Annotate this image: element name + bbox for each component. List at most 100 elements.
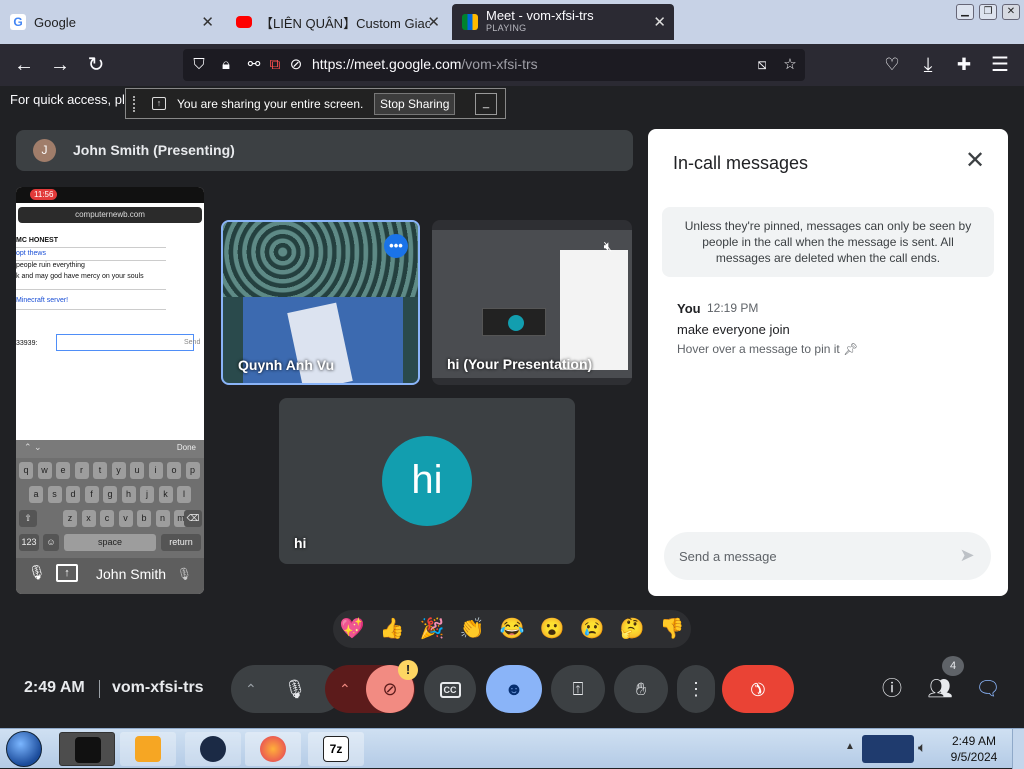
avatar: J: [33, 139, 56, 162]
permissions-icon[interactable]: ⚯: [244, 55, 264, 75]
reaction-thumbs-down[interactable]: 👎: [659, 616, 685, 642]
more-options-icon[interactable]: •••: [384, 234, 408, 258]
camera-blocked-icon[interactable]: ⊘: [286, 55, 306, 75]
tray-expand-icon[interactable]: ▲: [845, 741, 855, 752]
audio-options-chevron-icon[interactable]: ⌃: [245, 665, 257, 713]
participant-tile[interactable]: 🔇︎ hi (Your Presentation): [432, 220, 632, 385]
participant-tile[interactable]: hi hi: [279, 398, 575, 564]
downloads-icon[interactable]: ⤓: [915, 52, 941, 78]
start-button[interactable]: [6, 731, 42, 767]
extensions-icon[interactable]: ✚: [951, 52, 977, 78]
reaction-heart[interactable]: 💖: [339, 616, 365, 642]
reaction-thumbs-up[interactable]: 👍: [379, 616, 405, 642]
participants-count-badge: 4: [942, 656, 964, 676]
present-icon: ⍐: [572, 679, 584, 699]
bookmark-hint: For quick access, plac: [10, 92, 139, 107]
shield-icon[interactable]: ⛉: [189, 55, 209, 75]
taskbar-app-media-player[interactable]: [120, 732, 176, 766]
send-icon[interactable]: ➤: [956, 544, 978, 566]
stop-sharing-button[interactable]: Stop Sharing: [374, 93, 456, 115]
close-icon[interactable]: ✕: [963, 149, 987, 173]
cmd-icon: [75, 737, 101, 763]
show-desktop-button[interactable]: [1012, 729, 1024, 769]
camera-off-icon: ⊘: [382, 679, 398, 699]
tab-meet[interactable]: Meet - vom-xfsi-trs PLAYING ✕: [452, 4, 674, 40]
close-tab-icon[interactable]: ✕: [653, 13, 666, 31]
reload-icon[interactable]: ↻: [83, 52, 109, 78]
key-f: f: [84, 486, 99, 503]
url-bar[interactable]: ⛉ 🔒︎ ⚯ ⧉ ⊘ https://meet.google.com/vom-x…: [183, 49, 805, 81]
taskbar-app-dark-orb[interactable]: [185, 732, 241, 766]
reaction-laugh[interactable]: 😂: [499, 616, 525, 642]
message-text[interactable]: make everyone join: [677, 322, 790, 337]
tab-google[interactable]: G Google ✕: [0, 4, 222, 40]
key-space: space: [64, 534, 156, 551]
raise-hand-button[interactable]: ✋︎: [614, 665, 668, 713]
muted-icon: 🔇︎: [603, 238, 613, 254]
emoji-button[interactable]: ☻: [486, 665, 542, 713]
leave-call-button[interactable]: ✆: [722, 665, 794, 713]
more-vert-icon: ⋮: [687, 679, 705, 699]
restore-button[interactable]: ❐: [979, 4, 997, 20]
key-z: z: [63, 510, 77, 527]
key-backspace: ⌫: [184, 510, 202, 527]
present-icon: ↑: [56, 564, 78, 582]
window-close-button[interactable]: ✕: [1002, 4, 1020, 20]
taskbar-app-firefox[interactable]: [245, 732, 301, 766]
key-g: g: [103, 486, 117, 503]
people-icon[interactable]: 👥︎: [926, 675, 954, 703]
back-icon[interactable]: ←: [11, 52, 37, 78]
7zip-icon: 7z: [323, 736, 349, 762]
bookmark-star-icon[interactable]: ☆: [780, 55, 800, 75]
more-options-button[interactable]: ⋮: [677, 665, 715, 713]
screen-share-indicator-icon[interactable]: ⧉: [265, 55, 285, 75]
close-tab-icon[interactable]: ✕: [427, 13, 440, 31]
message-input[interactable]: [679, 546, 939, 566]
reaction-surprised[interactable]: 😮: [539, 616, 565, 642]
pocket-icon[interactable]: ♡: [879, 52, 905, 78]
key-x: x: [81, 510, 96, 527]
reaction-sad[interactable]: 😢: [579, 616, 605, 642]
tab-youtube[interactable]: 【LIÊN QUÂN】Custom Giao H ✕: [226, 4, 448, 40]
minimize-button[interactable]: ▁: [956, 4, 974, 20]
present-button[interactable]: ⍐: [551, 665, 605, 713]
participant-name: Quynh Anh Vu: [238, 357, 335, 373]
google-icon: G: [10, 14, 26, 30]
chat-icon[interactable]: 🗨︎: [974, 675, 1002, 703]
tray-app-icon[interactable]: [862, 735, 914, 763]
reaction-party[interactable]: 🎉: [419, 616, 445, 642]
key-e: e: [56, 462, 70, 479]
key-emoji: ☺: [43, 534, 59, 551]
key-n: n: [155, 510, 170, 527]
media-player-icon: [135, 736, 161, 762]
youtube-icon: [236, 16, 252, 28]
meeting-details-icon[interactable]: ⓘ: [878, 675, 906, 703]
captions-icon: CC: [439, 682, 461, 699]
key-v: v: [118, 510, 133, 527]
key-a: a: [29, 486, 43, 503]
presentation-view[interactable]: 11:56 computernewb.com MC HONEST opt the…: [16, 187, 204, 594]
taskbar-app-cmd[interactable]: [59, 732, 115, 766]
hide-share-bar-button[interactable]: _: [475, 93, 497, 115]
drag-grip-icon[interactable]: [133, 96, 137, 112]
lock-icon[interactable]: 🔒︎: [216, 55, 236, 75]
key-t: t: [93, 462, 107, 479]
tray-clock[interactable]: 2:49 AM 9/5/2024: [944, 733, 1004, 765]
reaction-thinking[interactable]: 🤔: [619, 616, 645, 642]
menu-icon[interactable]: ☰: [987, 52, 1013, 78]
reaction-clap[interactable]: 👏: [459, 616, 485, 642]
taskbar-app-7zip[interactable]: 7z: [308, 732, 364, 766]
captions-button[interactable]: CC: [424, 665, 476, 713]
forward-icon[interactable]: →: [47, 52, 73, 78]
emoji-icon: ☻: [504, 679, 524, 699]
close-tab-icon[interactable]: ✕: [201, 13, 214, 31]
volume-icon[interactable]: 🔈︎: [918, 739, 926, 756]
message-time: 12:19 PM: [707, 301, 759, 315]
participant-tile[interactable]: ••• Quynh Anh Vu: [221, 220, 420, 385]
autoplay-blocked-icon[interactable]: ⧅: [752, 55, 772, 75]
presenting-banner: J John Smith (Presenting): [16, 130, 633, 171]
microphone-icon[interactable]: 🎙︎: [275, 665, 315, 713]
video-options-chevron-icon[interactable]: ⌃: [339, 665, 351, 713]
dark-orb-icon: [200, 736, 226, 762]
key-i: i: [148, 462, 163, 479]
